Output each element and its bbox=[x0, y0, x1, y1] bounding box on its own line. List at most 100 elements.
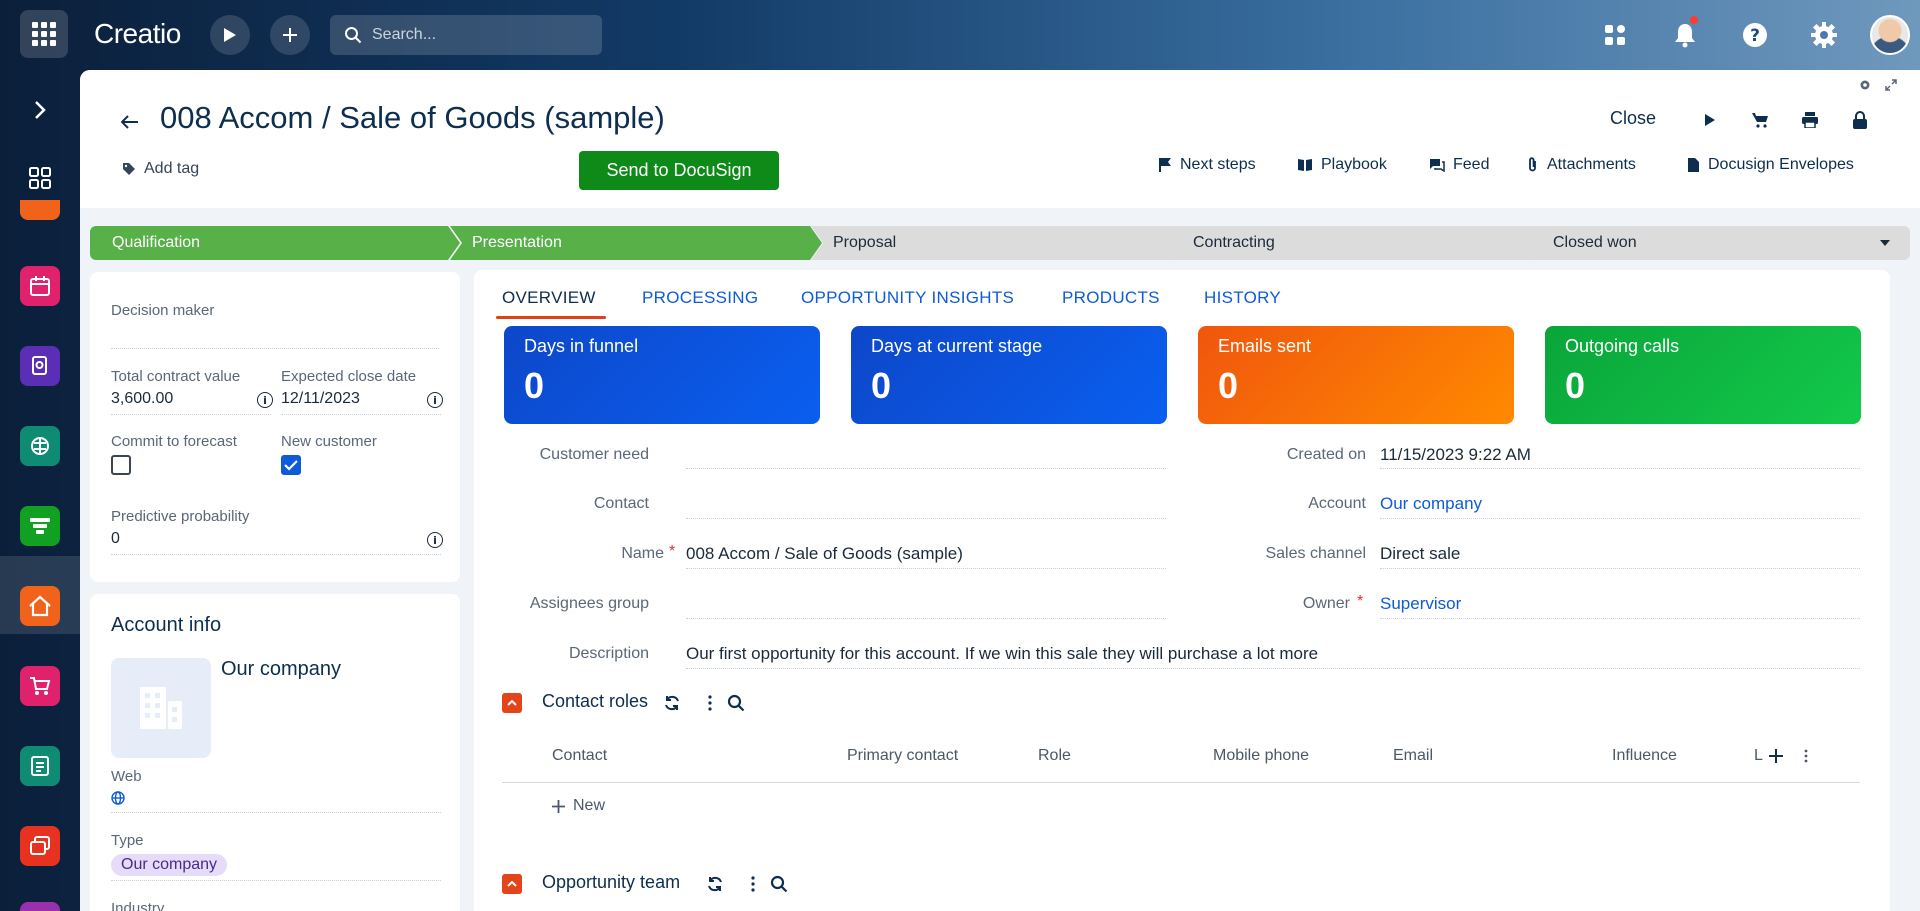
flag-icon bbox=[1159, 158, 1171, 172]
feed-button[interactable]: Feed bbox=[1429, 156, 1489, 174]
nav-item-partial-bottom[interactable] bbox=[20, 902, 60, 911]
new-customer-checkbox[interactable] bbox=[281, 455, 301, 475]
search-icon bbox=[345, 27, 362, 44]
stage-presentation[interactable]: Presentation bbox=[450, 226, 822, 260]
refresh-icon bbox=[708, 876, 722, 892]
column-options-button[interactable] bbox=[1796, 746, 1816, 766]
lock-button[interactable] bbox=[1850, 110, 1870, 130]
apps-icon bbox=[1605, 25, 1625, 45]
expand-page-button[interactable] bbox=[1884, 78, 1898, 92]
owner-link[interactable]: Supervisor bbox=[1380, 594, 1461, 614]
expand-nav-button[interactable] bbox=[20, 90, 60, 130]
attachments-button[interactable]: Attachments bbox=[1527, 156, 1636, 174]
cart-icon bbox=[30, 677, 51, 695]
ai-brain-icon bbox=[31, 437, 49, 455]
tab-products[interactable]: PRODUCTS bbox=[1062, 288, 1160, 308]
user-avatar[interactable] bbox=[1870, 15, 1910, 55]
cart-icon bbox=[1752, 113, 1768, 128]
settings-button[interactable] bbox=[1805, 16, 1843, 54]
column-header-contact[interactable]: Contact bbox=[552, 747, 607, 765]
type-tag[interactable]: Our company bbox=[111, 854, 228, 876]
account-link[interactable]: Our company bbox=[1380, 494, 1482, 514]
nav-item-orders[interactable] bbox=[20, 666, 60, 706]
created-on-value: 11/15/2023 9:22 AM bbox=[1380, 445, 1531, 464]
add-column-button[interactable] bbox=[1766, 746, 1786, 766]
add-tag-button[interactable]: Add tag bbox=[122, 160, 199, 178]
dashboards-button[interactable] bbox=[1596, 16, 1634, 54]
nav-item-ai[interactable] bbox=[20, 426, 60, 466]
tab-history[interactable]: HISTORY bbox=[1204, 288, 1281, 308]
column-header-mobile-phone[interactable]: Mobile phone bbox=[1213, 747, 1309, 765]
predictive-probability-value[interactable]: 0 bbox=[111, 530, 120, 548]
column-header-role[interactable]: Role bbox=[1038, 747, 1071, 765]
run-button[interactable] bbox=[1700, 110, 1720, 130]
description-value[interactable]: Our first opportunity for this account. … bbox=[686, 644, 1318, 664]
nav-item-partial[interactable] bbox=[20, 200, 60, 220]
metric-value: 0 bbox=[1218, 365, 1239, 406]
global-search[interactable] bbox=[330, 15, 602, 55]
tab-overview[interactable]: OVERVIEW bbox=[502, 288, 596, 308]
nav-item-documents[interactable] bbox=[20, 346, 60, 386]
tab-processing[interactable]: PROCESSING bbox=[642, 288, 758, 308]
back-button[interactable] bbox=[118, 110, 142, 134]
send-to-docusign-button[interactable]: Send to DocuSign bbox=[579, 151, 779, 190]
plus-icon bbox=[552, 799, 565, 813]
search-button[interactable] bbox=[769, 874, 789, 894]
print-button[interactable] bbox=[1800, 110, 1820, 130]
column-header-influence[interactable]: Influence bbox=[1612, 747, 1677, 765]
nav-item-opportunities[interactable] bbox=[20, 506, 60, 546]
docusign-envelopes-label: Docusign Envelopes bbox=[1708, 156, 1854, 173]
nav-item-calendar[interactable] bbox=[20, 266, 60, 306]
stage-qualification[interactable]: Qualification bbox=[90, 226, 460, 260]
globe-icon[interactable] bbox=[111, 791, 125, 805]
expected-close-date[interactable]: 12/11/2023 bbox=[281, 390, 360, 408]
search-button[interactable] bbox=[726, 693, 746, 713]
next-steps-button[interactable]: Next steps bbox=[1158, 156, 1256, 174]
info-icon[interactable]: i bbox=[427, 532, 443, 548]
nav-item-contracts[interactable] bbox=[20, 746, 60, 786]
more-options-button[interactable] bbox=[700, 693, 720, 713]
field-underline bbox=[686, 568, 1166, 569]
name-value[interactable]: 008 Accom / Sale of Goods (sample) bbox=[686, 544, 963, 564]
nav-item-dashboards[interactable] bbox=[20, 158, 60, 198]
refresh-button[interactable] bbox=[705, 874, 725, 894]
sales-channel-value[interactable]: Direct sale bbox=[1380, 544, 1460, 564]
total-contract-value[interactable]: 3,600.00 bbox=[111, 390, 173, 408]
stage-contracting[interactable]: Contracting bbox=[1171, 226, 1543, 260]
commit-to-forecast-checkbox[interactable] bbox=[111, 455, 131, 475]
playbook-button[interactable]: Playbook bbox=[1297, 156, 1387, 174]
chevron-down-icon[interactable] bbox=[1880, 240, 1890, 246]
column-header-primary-contact[interactable]: Primary contact bbox=[847, 747, 958, 765]
cart-button[interactable] bbox=[1750, 110, 1770, 130]
nav-item-home[interactable] bbox=[20, 586, 60, 626]
tab-opportunity-insights[interactable]: OPPORTUNITY INSIGHTS bbox=[801, 288, 1014, 308]
paperclip-icon bbox=[1529, 157, 1536, 172]
more-options-button[interactable] bbox=[743, 874, 763, 894]
docusign-envelopes-button[interactable]: Docusign Envelopes bbox=[1687, 156, 1854, 174]
owner-label: Owner bbox=[1302, 595, 1350, 612]
stage-closed-won[interactable]: Closed won bbox=[1531, 226, 1910, 260]
notifications-button[interactable] bbox=[1666, 16, 1704, 54]
add-record-button[interactable] bbox=[270, 15, 310, 55]
stage-proposal[interactable]: Proposal bbox=[811, 226, 1183, 260]
close-button[interactable]: Close bbox=[1610, 108, 1656, 129]
new-contact-role-button[interactable]: New bbox=[552, 797, 605, 815]
help-button[interactable]: ? bbox=[1736, 16, 1774, 54]
column-header-email[interactable]: Email bbox=[1393, 747, 1433, 765]
info-icon[interactable]: i bbox=[257, 392, 273, 408]
refresh-button[interactable] bbox=[662, 693, 682, 713]
account-label: Account bbox=[1308, 495, 1366, 512]
stage-label: Closed won bbox=[1553, 234, 1637, 251]
info-icon[interactable]: i bbox=[427, 392, 443, 408]
company-name[interactable]: Our company bbox=[221, 658, 341, 681]
contact-roles-collapse-button[interactable] bbox=[502, 693, 522, 713]
chevron-up-icon bbox=[507, 700, 517, 706]
metric-value: 0 bbox=[524, 365, 545, 406]
search-input[interactable] bbox=[372, 26, 592, 44]
app-launcher-button[interactable] bbox=[20, 10, 68, 58]
nav-item-cards[interactable] bbox=[20, 826, 60, 866]
page-settings-button[interactable] bbox=[1858, 78, 1872, 92]
run-process-button[interactable] bbox=[210, 15, 250, 55]
opportunity-team-collapse-button[interactable] bbox=[502, 874, 522, 894]
column-header-truncated[interactable]: L bbox=[1754, 747, 1763, 765]
